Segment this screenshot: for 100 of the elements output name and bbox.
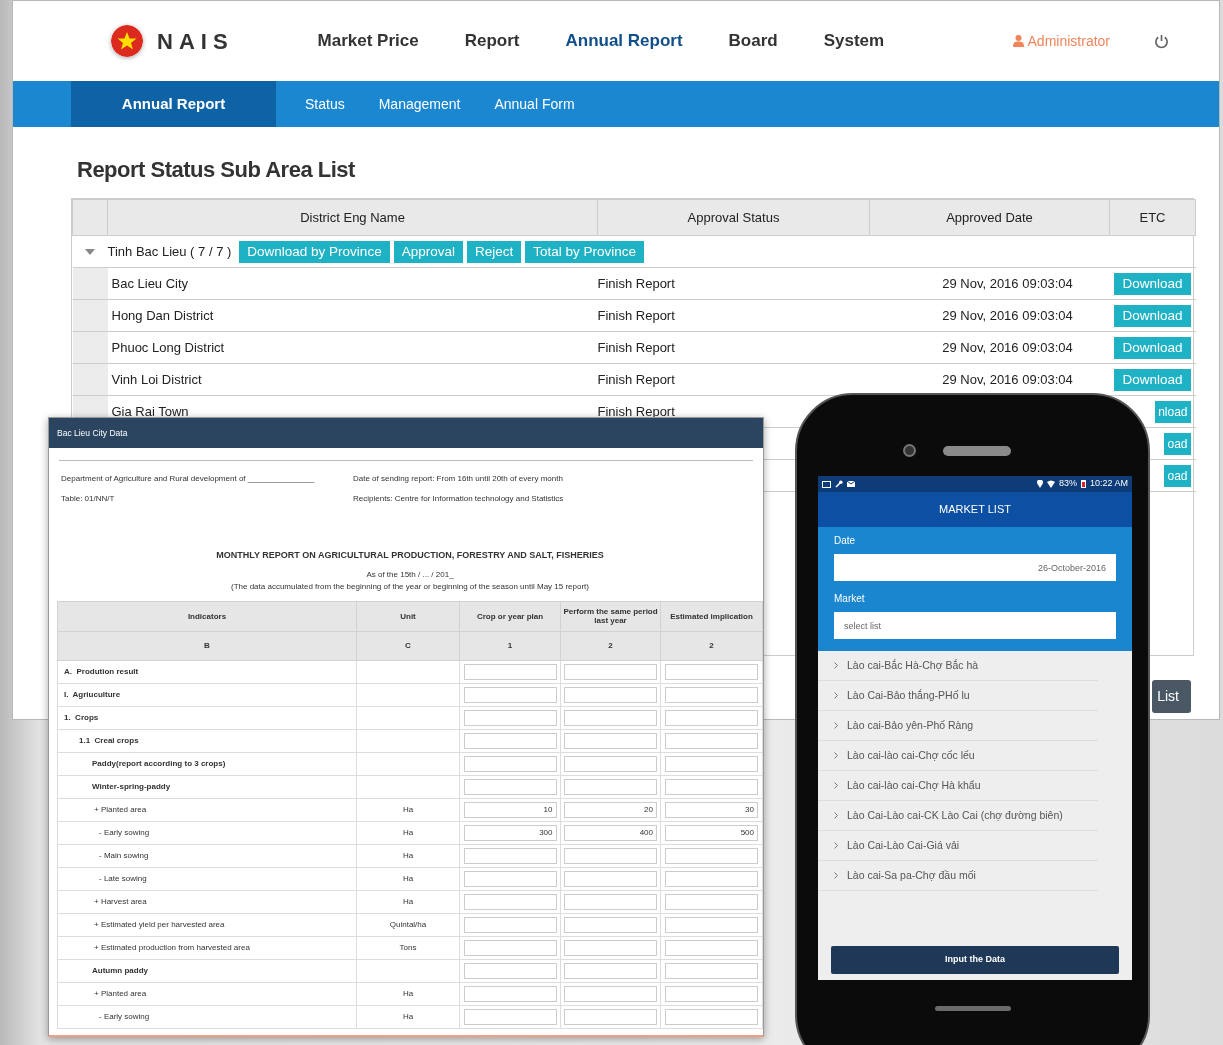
market-item[interactable]: Lào cai-lào cai-Chợ Hà khẩu bbox=[818, 771, 1098, 801]
value-field[interactable] bbox=[665, 663, 758, 680]
value-field[interactable] bbox=[463, 939, 557, 956]
column-header: ETC bbox=[1109, 199, 1196, 236]
column-code: 2 bbox=[560, 631, 661, 660]
value-field[interactable] bbox=[463, 916, 557, 933]
value-field[interactable] bbox=[564, 916, 657, 933]
value-field[interactable] bbox=[564, 962, 657, 979]
market-item[interactable]: Lào cai-Bắc Hà-Chợ Bắc hà bbox=[818, 651, 1098, 681]
indicator-label: I. Agriuculture bbox=[64, 689, 121, 699]
value-field[interactable] bbox=[463, 1008, 557, 1025]
value-field[interactable] bbox=[665, 686, 758, 703]
unit-text: Ha bbox=[402, 804, 414, 814]
value-field[interactable] bbox=[665, 893, 758, 910]
indicator-label: + Planted area bbox=[94, 988, 147, 998]
subnav-tab[interactable]: Status bbox=[288, 81, 362, 127]
value-field[interactable] bbox=[665, 709, 758, 726]
value-field[interactable] bbox=[564, 709, 657, 726]
value-field[interactable] bbox=[665, 755, 758, 772]
indicator-label: - Early sowing bbox=[99, 1011, 150, 1021]
market-item[interactable]: Lào Cai-Bảo thắng-PHố lu bbox=[818, 681, 1098, 711]
value-field[interactable] bbox=[564, 939, 657, 956]
caret-icon[interactable] bbox=[84, 248, 95, 257]
battery-percent: 83% bbox=[1058, 477, 1077, 491]
value-field[interactable] bbox=[564, 686, 657, 703]
market-item[interactable]: Lào Cai-Lào cai-CK Lào Cai (chợ đường biên) bbox=[818, 801, 1098, 831]
value-field[interactable] bbox=[564, 778, 657, 795]
subnav-tab[interactable]: Annual Report bbox=[71, 81, 276, 127]
value-field[interactable] bbox=[564, 893, 657, 910]
value-field[interactable] bbox=[665, 847, 758, 864]
market-item[interactable]: Lào cai-Bảo yên-Phố Ràng bbox=[818, 711, 1098, 741]
value-field[interactable] bbox=[564, 985, 657, 1002]
value-field[interactable]: 500 bbox=[665, 824, 758, 841]
value-field[interactable] bbox=[665, 778, 758, 795]
district-name: Gia Rai Town bbox=[111, 403, 189, 419]
column-header: Approved Date bbox=[869, 199, 1110, 236]
indicator-label: 1. Crops bbox=[64, 712, 99, 722]
value-field[interactable] bbox=[665, 870, 758, 887]
value-field[interactable] bbox=[463, 709, 557, 726]
list-button[interactable]: List bbox=[1152, 680, 1191, 713]
menu-item[interactable]: Market Price bbox=[317, 28, 419, 54]
value-field[interactable] bbox=[564, 732, 657, 749]
column-header: Perform the same period last year bbox=[560, 601, 661, 631]
value-field[interactable]: 10 bbox=[463, 801, 557, 818]
value-field[interactable] bbox=[564, 1008, 657, 1025]
value-field[interactable] bbox=[665, 732, 758, 749]
value-field[interactable] bbox=[463, 755, 557, 772]
value-field[interactable] bbox=[463, 686, 557, 703]
market-item[interactable]: Lào Cai-Lào Cai-Giá vải bbox=[818, 831, 1098, 861]
value-field[interactable] bbox=[665, 1008, 758, 1025]
value-field[interactable] bbox=[665, 916, 758, 933]
menu-item[interactable]: System bbox=[823, 28, 885, 54]
market-item[interactable]: Lào cai-Sa pa-Chợ đầu mối bbox=[818, 861, 1098, 891]
market-item[interactable]: Lào cai-lào cai-Chợ cốc lếu bbox=[818, 741, 1098, 771]
value-field[interactable]: 30 bbox=[665, 801, 758, 818]
group-name: Tinh Bac Lieu ( 7 / 7 ) bbox=[107, 242, 232, 261]
subnav-tab[interactable]: Management bbox=[361, 81, 478, 127]
screen-title: MARKET LIST bbox=[939, 502, 1011, 518]
value-field[interactable]: 300 bbox=[463, 824, 557, 841]
subnav-tab[interactable]: Annual Form bbox=[477, 81, 592, 127]
value-field[interactable] bbox=[665, 939, 758, 956]
input-data-button[interactable]: Input the Data bbox=[831, 946, 1119, 974]
chevron-icon bbox=[834, 782, 838, 789]
indicator-label: - Main sowing bbox=[99, 850, 149, 860]
value-field[interactable] bbox=[463, 663, 557, 680]
date-field[interactable]: 26-October-2016 bbox=[834, 554, 1116, 581]
indicator-label: - Late sowing bbox=[99, 873, 147, 883]
value-field[interactable] bbox=[463, 985, 557, 1002]
battery-icon bbox=[1080, 480, 1086, 488]
menu-item[interactable]: Annual Report bbox=[565, 28, 683, 54]
value-field[interactable] bbox=[564, 663, 657, 680]
value-field[interactable] bbox=[665, 962, 758, 979]
field-label: Date bbox=[834, 535, 856, 546]
value-field[interactable]: 400 bbox=[564, 824, 657, 841]
column-code: 1 bbox=[459, 631, 561, 660]
unit-text: Quintal/ha bbox=[389, 919, 427, 929]
value-field[interactable] bbox=[564, 755, 657, 772]
chevron-icon bbox=[834, 752, 838, 759]
value-field[interactable] bbox=[463, 893, 557, 910]
district-name: Phuoc Long District bbox=[111, 339, 225, 355]
info-text: Recipients: Centre for Information technology and Statistics bbox=[353, 493, 564, 505]
value-field[interactable] bbox=[463, 732, 557, 749]
power-icon[interactable] bbox=[1154, 33, 1169, 49]
value-field[interactable] bbox=[463, 847, 557, 864]
indicator-label: Autumn paddy bbox=[92, 965, 148, 975]
value-field[interactable] bbox=[564, 870, 657, 887]
column-header: Crop or year plan bbox=[459, 601, 561, 631]
market-select-field[interactable]: select list bbox=[834, 612, 1116, 639]
document-title: Bac Lieu City Data bbox=[57, 426, 128, 440]
value-field[interactable] bbox=[463, 870, 557, 887]
menu-item[interactable]: Board bbox=[728, 28, 778, 54]
value-field[interactable] bbox=[665, 985, 758, 1002]
value-field[interactable] bbox=[564, 847, 657, 864]
value-field[interactable] bbox=[463, 962, 557, 979]
column-header: Approval Status bbox=[597, 199, 870, 236]
value-field[interactable]: 20 bbox=[564, 801, 657, 818]
menu-item[interactable]: Report bbox=[464, 28, 520, 54]
chevron-icon bbox=[834, 842, 838, 849]
value-field[interactable] bbox=[463, 778, 557, 795]
district-name: Hong Dan District bbox=[111, 307, 214, 323]
